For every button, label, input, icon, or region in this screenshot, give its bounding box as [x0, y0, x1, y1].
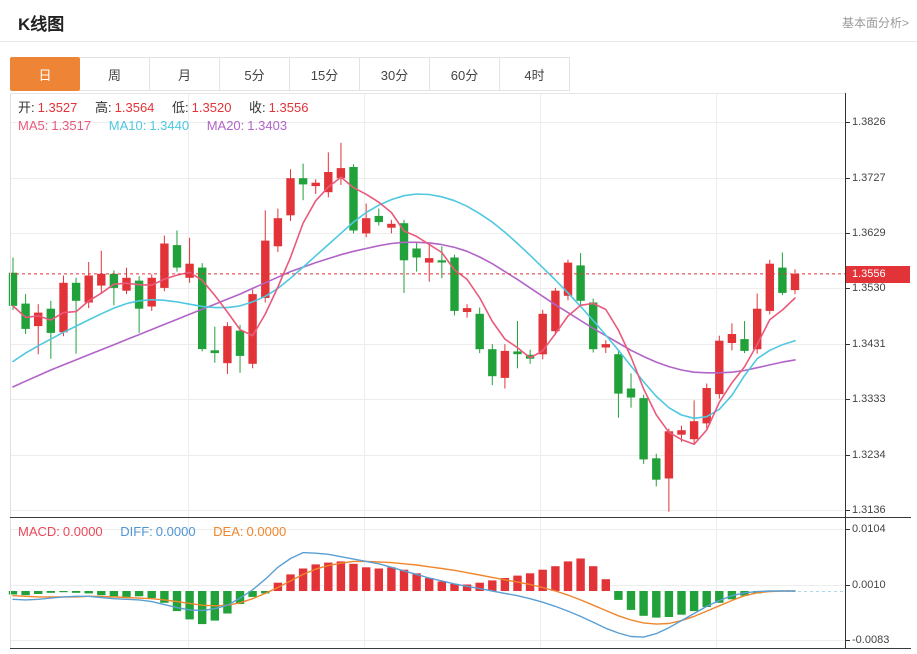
close-value: 1.3556 [269, 100, 309, 115]
y-axis-label: 1.3826 [852, 116, 886, 128]
ma20-label: MA20: [207, 118, 245, 133]
page-title: K线图 [18, 10, 64, 35]
y-axis-label: 1.3333 [852, 393, 886, 405]
macd-label: MACD: [18, 524, 60, 539]
ma5-value: 1.3517 [51, 118, 91, 133]
tab-week[interactable]: 周 [80, 57, 150, 91]
tab-30min[interactable]: 30分 [360, 57, 430, 91]
ma-legend: MA5:1.3517 MA10:1.3440 MA20:1.3403 [18, 118, 301, 133]
y-axis-label: 0.0010 [852, 579, 886, 591]
y-axis-label: 1.3136 [852, 504, 886, 516]
y-axis-label: 1.3727 [852, 172, 886, 184]
tab-day[interactable]: 日 [10, 57, 80, 91]
tab-60min[interactable]: 60分 [430, 57, 500, 91]
tab-4hour[interactable]: 4时 [500, 57, 570, 91]
diff-label: DIFF: [120, 524, 153, 539]
low-value: 1.3520 [192, 100, 232, 115]
ma10-value: 1.3440 [149, 118, 189, 133]
diff-value: 0.0000 [156, 524, 196, 539]
open-value: 1.3527 [38, 100, 78, 115]
y-axis-label: 0.0104 [852, 523, 886, 535]
ma10-label: MA10: [109, 118, 147, 133]
interval-tabs: 日 周 月 5分 15分 30分 60分 4时 [10, 57, 570, 91]
open-label: 开: [18, 100, 35, 115]
dea-value: 0.0000 [247, 524, 287, 539]
y-axis-label: 1.3431 [852, 338, 886, 350]
chart-svg [0, 93, 917, 654]
y-axis-label: 1.3234 [852, 449, 886, 461]
ohlc-legend: 开:1.3527 高:1.3564 低:1.3520 收:1.3556 [18, 97, 322, 116]
macd-value: 0.0000 [63, 524, 103, 539]
y-axis-label: -0.0083 [852, 634, 889, 646]
close-label: 收: [249, 100, 266, 115]
ma20-value: 1.3403 [247, 118, 287, 133]
tab-5min[interactable]: 5分 [220, 57, 290, 91]
fundamental-analysis-link[interactable]: 基本面分析> [842, 14, 909, 31]
tab-15min[interactable]: 15分 [290, 57, 360, 91]
last-price-tag: 1.3556 [846, 266, 910, 283]
chart-canvas[interactable]: 开:1.3527 高:1.3564 低:1.3520 收:1.3556 MA5:… [0, 93, 917, 654]
high-value: 1.3564 [115, 100, 155, 115]
header-divider [0, 41, 917, 42]
y-axis-label: 1.3530 [852, 282, 886, 294]
high-label: 高: [95, 100, 112, 115]
low-label: 低: [172, 100, 189, 115]
tab-month[interactable]: 月 [150, 57, 220, 91]
dea-label: DEA: [213, 524, 243, 539]
kline-page: { "header": { "title": "K线图", "link": "基… [0, 0, 917, 654]
y-axis-label: 1.3629 [852, 227, 886, 239]
ma5-label: MA5: [18, 118, 48, 133]
macd-legend: MACD:0.0000 DIFF:0.0000 DEA:0.0000 [18, 524, 300, 539]
